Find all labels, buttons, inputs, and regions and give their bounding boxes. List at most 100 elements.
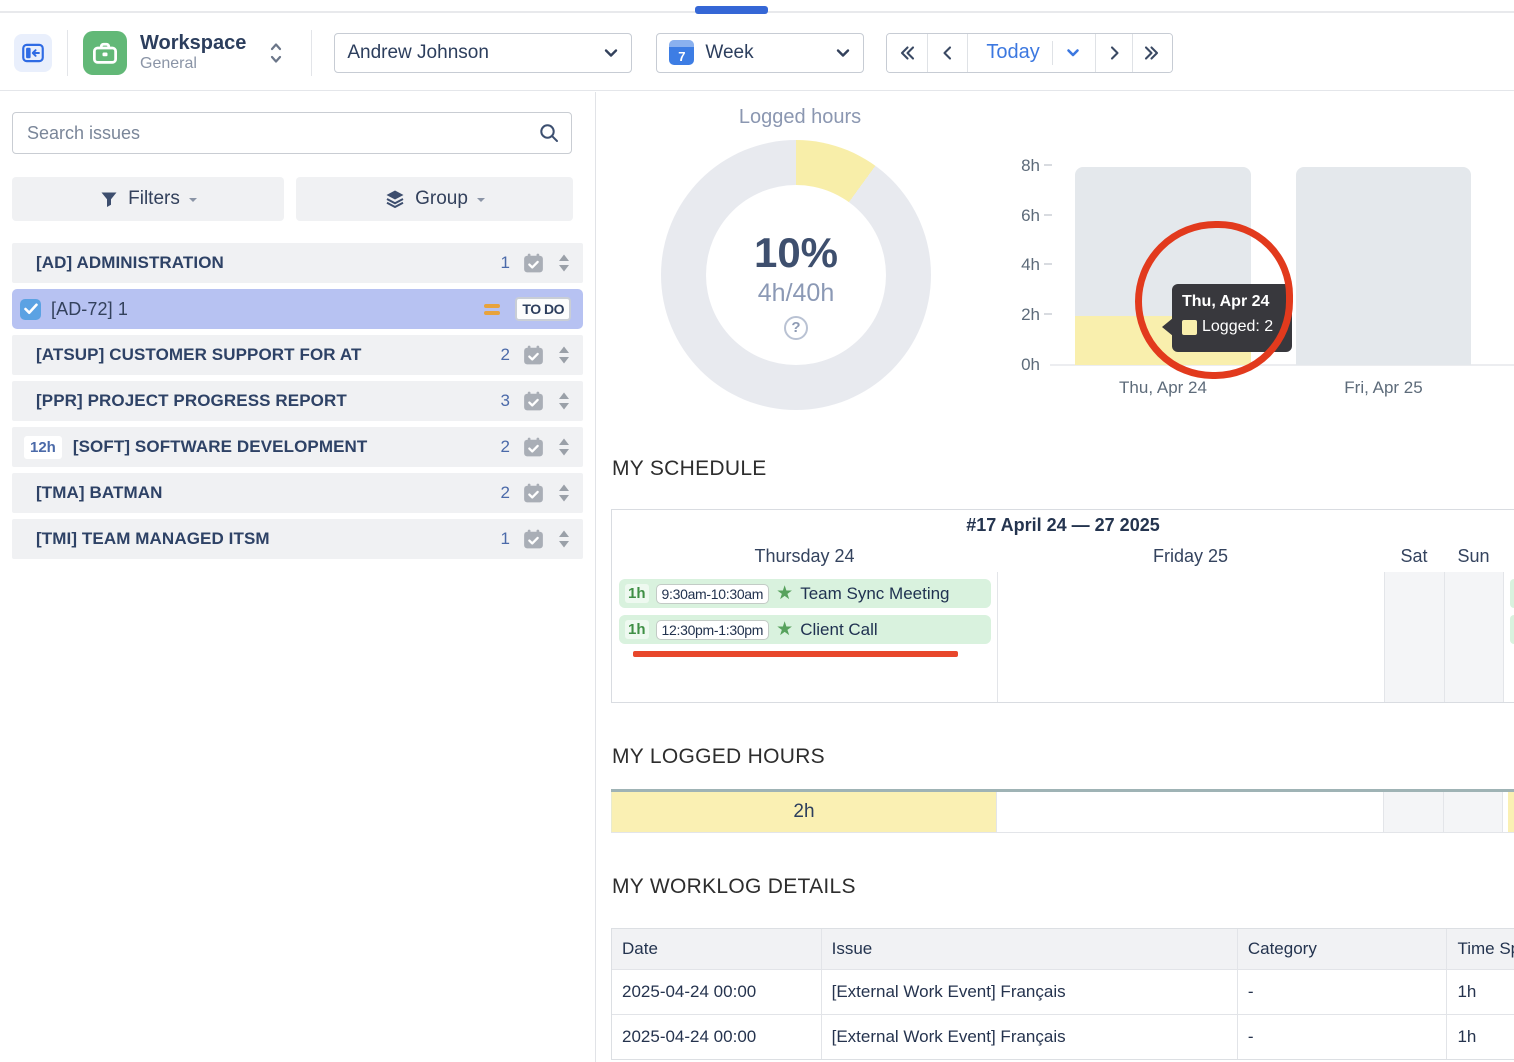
previous-period-button[interactable]: [927, 34, 967, 72]
day-header-thursday[interactable]: Thursday 24: [612, 541, 997, 572]
chevron-down-icon: [477, 198, 485, 206]
worklog-date: 2025-04-24 00:00: [612, 1015, 821, 1059]
help-icon[interactable]: ?: [784, 316, 808, 340]
sort-arrows-icon[interactable]: [557, 345, 571, 365]
y-tick: 0h: [1006, 355, 1040, 375]
checkbox-checked-icon[interactable]: [20, 299, 41, 320]
period-select[interactable]: 7 Week: [656, 33, 864, 73]
worklog-issue: [External Work Event] Français: [821, 970, 1237, 1014]
filters-label: Filters: [128, 188, 180, 210]
calendar-check-icon[interactable]: [521, 251, 546, 276]
red-annotation-underline: [633, 651, 958, 657]
briefcase-icon: [90, 38, 120, 68]
next-period-button[interactable]: [1095, 34, 1132, 72]
project-row-ad[interactable]: [AD] ADMINISTRATION 1: [12, 243, 583, 283]
today-button[interactable]: Today: [967, 34, 1094, 72]
jump-forward-button[interactable]: [1132, 34, 1172, 72]
day-header-sunday[interactable]: Sun: [1444, 541, 1503, 572]
filters-button[interactable]: Filters: [12, 177, 284, 221]
project-row-atsup[interactable]: [ATSUP] CUSTOMER SUPPORT FOR AT 2: [12, 335, 583, 375]
user-select-value: Andrew Johnson: [347, 42, 489, 64]
today-divider: [1052, 41, 1053, 65]
day-header-saturday[interactable]: Sat: [1384, 541, 1444, 572]
group-button[interactable]: Group: [296, 177, 573, 221]
worklog-header-row: Date Issue Category Time Spent: [612, 929, 1514, 969]
calendar-check-icon[interactable]: [521, 343, 546, 368]
logged-hours-strip: 2h: [611, 789, 1514, 833]
logged-cell-friday[interactable]: [996, 792, 1383, 832]
sort-arrows-icon[interactable]: [557, 391, 571, 411]
donut-percent: 10%: [754, 229, 838, 277]
worklog-row: 2025-04-24 00:00 [External Work Event] F…: [612, 969, 1514, 1014]
schedule-event[interactable]: 1h 9:30am-10:30am ★ Team Sync Meeting: [619, 579, 991, 608]
chevron-down-icon: [835, 47, 851, 59]
active-tab-indicator: [695, 6, 768, 14]
project-count: 2: [501, 437, 510, 457]
workspace-avatar: [83, 31, 127, 75]
event-time: 9:30am-10:30am: [656, 584, 770, 604]
event-sliver: [1510, 579, 1514, 608]
collapse-sidebar-icon: [20, 40, 46, 66]
search-icon[interactable]: [538, 122, 560, 144]
schedule-week-title: #17 April 24 — 27 2025: [612, 510, 1514, 541]
day-header-friday[interactable]: Friday 25: [997, 541, 1384, 572]
today-dropdown-chevron-icon[interactable]: [1065, 47, 1081, 59]
app-window: Workspace General Andrew Johnson 7 Week: [0, 0, 1514, 1062]
project-label: [TMA] BATMAN: [36, 483, 162, 503]
schedule-cell-thursday[interactable]: 1h 9:30am-10:30am ★ Team Sync Meeting 1h…: [612, 572, 997, 702]
sort-arrows-icon[interactable]: [557, 483, 571, 503]
worklog-category: -: [1237, 970, 1447, 1014]
sidebar: Filters Group [AD] ADMINISTRATION 1 [AD-…: [0, 92, 596, 1062]
logged-cell-saturday[interactable]: [1383, 792, 1443, 832]
calendar-check-icon[interactable]: [521, 435, 546, 460]
project-row-soft[interactable]: 12h [SOFT] SOFTWARE DEVELOPMENT 2: [12, 427, 583, 467]
sort-arrows-icon[interactable]: [557, 437, 571, 457]
calendar-check-icon[interactable]: [521, 481, 546, 506]
calendar-week-icon: 7: [669, 40, 694, 65]
user-select[interactable]: Andrew Johnson: [334, 33, 632, 73]
y-tick-mark: [1044, 313, 1052, 315]
sort-arrows-icon[interactable]: [557, 253, 571, 273]
schedule-cell-sunday[interactable]: [1444, 572, 1503, 702]
logged-cell-sunday[interactable]: [1443, 792, 1502, 832]
collapse-sidebar-button[interactable]: [14, 34, 52, 72]
donut-title: Logged hours: [660, 106, 940, 129]
filter-funnel-icon: [99, 189, 119, 209]
project-count: 1: [501, 253, 510, 273]
donut-center: 10% 4h/40h ?: [706, 185, 886, 365]
workspace-switcher[interactable]: Workspace General: [83, 31, 284, 75]
schedule-event[interactable]: 1h 12:30pm-1:30pm ★ Client Call: [619, 615, 991, 644]
period-select-value: Week: [705, 42, 753, 64]
y-tick-mark: [1044, 214, 1052, 216]
schedule-cell-friday[interactable]: [997, 572, 1384, 702]
schedule-cell-saturday[interactable]: [1384, 572, 1444, 702]
sort-arrows-icon[interactable]: [557, 529, 571, 549]
chevron-right-icon: [1104, 43, 1124, 63]
workspace-title: Workspace: [140, 32, 246, 54]
y-tick: 4h: [1006, 255, 1040, 275]
toolbar-divider-2: [311, 30, 312, 76]
double-chevron-left-icon: [897, 43, 917, 63]
calendar-check-icon[interactable]: [521, 527, 546, 552]
issue-label: [AD-72] 1: [51, 299, 128, 320]
y-tick: 2h: [1006, 305, 1040, 325]
project-row-ppr[interactable]: [PPR] PROJECT PROGRESS REPORT 3: [12, 381, 583, 421]
worklog-heading: MY WORKLOG DETAILS: [612, 875, 856, 899]
project-row-tmi[interactable]: [TMI] TEAM MANAGED ITSM 1: [12, 519, 583, 559]
workspace-updown-icon: [268, 39, 284, 67]
calendar-check-icon[interactable]: [521, 389, 546, 414]
search-input[interactable]: [12, 112, 572, 154]
toolbar: Workspace General Andrew Johnson 7 Week: [0, 15, 1514, 91]
project-row-tma[interactable]: [TMA] BATMAN 2: [12, 473, 583, 513]
status-badge[interactable]: TO DO: [515, 297, 571, 321]
project-hours-badge: 12h: [24, 436, 62, 459]
column-header-time-spent: Time Spent: [1446, 929, 1514, 969]
worklog-table: Date Issue Category Time Spent 2025-04-2…: [611, 928, 1514, 1060]
logged-hours-donut: 10% 4h/40h ?: [661, 140, 931, 410]
project-count: 3: [501, 391, 510, 411]
schedule-heading: MY SCHEDULE: [612, 457, 767, 481]
project-row-ad72-selected[interactable]: [AD-72] 1 TO DO: [12, 289, 583, 329]
jump-back-button[interactable]: [887, 34, 927, 72]
logged-cell-thursday[interactable]: 2h: [611, 792, 996, 832]
workspace-subtitle: General: [140, 54, 246, 73]
